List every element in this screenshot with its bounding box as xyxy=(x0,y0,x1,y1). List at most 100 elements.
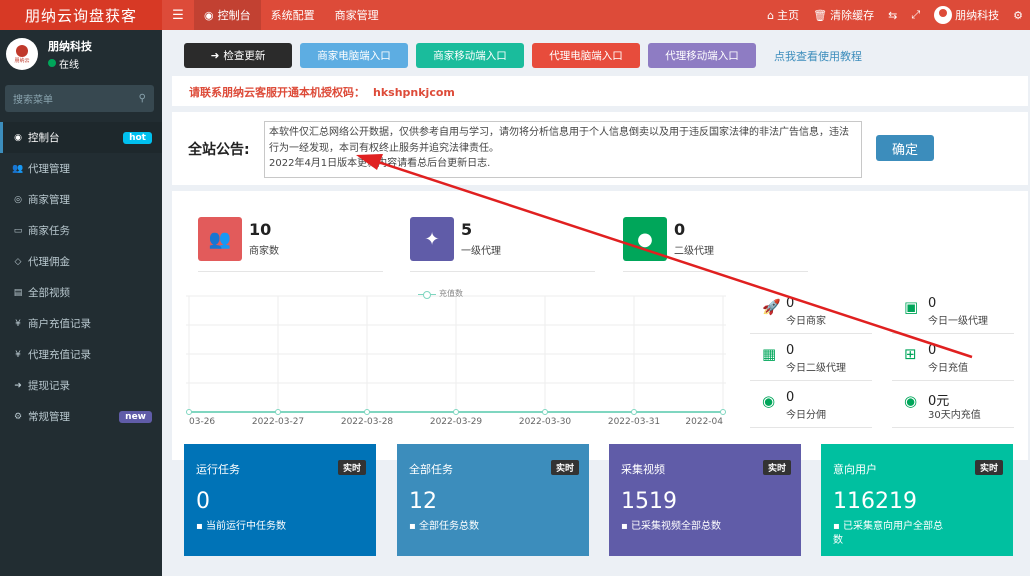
card-title: 全部任务 xyxy=(409,463,453,476)
online-status: 在线 xyxy=(48,56,92,71)
realtime-badge: 实时 xyxy=(550,460,579,475)
mini-stat-value: 0 xyxy=(786,343,795,358)
arrow-circle-icon: ➜ xyxy=(210,49,220,62)
mini-stat-label: 今日一级代理 xyxy=(928,316,988,327)
summary-card[interactable]: 运行任务 实时 0 ▪ 当前运行中任务数 xyxy=(184,444,376,556)
trash-icon: 🗑 xyxy=(813,8,828,22)
new-badge: new xyxy=(119,410,152,423)
card-subtitle: 已采集视频全部总数 xyxy=(630,521,721,532)
agent-pc-entry-button[interactable]: 代理电脑端入口 xyxy=(532,43,640,68)
data-point xyxy=(720,409,726,415)
user-circle-icon: ◉ xyxy=(762,392,776,410)
data-point xyxy=(631,409,637,415)
sidebar-item-label: 常规管理 xyxy=(28,411,70,423)
merchant-mobile-entry-button[interactable]: 商家移动端入口 xyxy=(416,43,524,68)
home-link[interactable]: ⌂ 主页 xyxy=(760,7,806,23)
sidebar-item-7[interactable]: ¥ 代理充值记录 xyxy=(0,339,162,370)
sidebar-item-label: 全部视频 xyxy=(28,287,70,299)
check-update-button[interactable]: ➜ 检查更新 xyxy=(184,43,292,68)
x-tick-label: 2022-03-27 xyxy=(252,417,304,427)
users-icon: 👥 xyxy=(198,217,242,261)
recharge-line-chart: 03-26 2022-03-27 2022-03-28 2022-03-29 2022-… xyxy=(186,295,726,427)
mini-stat-label: 30天内充值 xyxy=(928,410,981,421)
hot-badge: hot xyxy=(123,131,152,144)
sidebar-item-2[interactable]: ◎ 商家管理 xyxy=(0,184,162,215)
settings-icon[interactable]: ⚙ xyxy=(1006,9,1030,22)
app-title[interactable]: 朋纳云询盘获客 xyxy=(0,0,162,30)
x-tick-label: 2022-03-28 xyxy=(341,417,394,427)
sidebar-item-3[interactable]: ▭ 商家任务 xyxy=(0,215,162,246)
confirm-button[interactable]: 确定 xyxy=(876,135,934,161)
calendar-icon: ▦ xyxy=(762,345,777,363)
sidebar-search-input[interactable]: 搜索菜单 ⚲ xyxy=(5,85,154,112)
sign-in-icon: ➜ xyxy=(14,380,22,391)
data-point xyxy=(275,409,281,415)
realtime-badge: 实时 xyxy=(974,460,1003,475)
mini-stat-label: 今日二级代理 xyxy=(786,363,846,374)
card-value: 12 xyxy=(409,489,437,514)
user-menu[interactable]: 朋纳科技 xyxy=(927,6,1006,24)
stat-level1-agents: ✦ 5 一级代理 xyxy=(410,217,595,272)
summary-card[interactable]: 采集视频 实时 1519 ▪ 已采集视频全部总数 xyxy=(609,444,801,556)
mini-stat: ▦ 0 今日二级代理 xyxy=(750,335,872,381)
realtime-badge: 实时 xyxy=(762,460,791,475)
data-point xyxy=(453,409,459,415)
sidebar-item-9[interactable]: ⚙ 常规管理 new xyxy=(0,401,162,432)
top-navbar: 朋纳云询盘获客 ☰ ◉ 控制台 系统配置 商家管理 ⌂ 主页 🗑 清除缓存 ⇆ … xyxy=(0,0,1030,30)
sidebar-item-label: 商户充值记录 xyxy=(28,318,91,330)
yen-icon: ¥ xyxy=(15,349,21,360)
card-value: 1519 xyxy=(621,489,677,514)
search-icon[interactable]: ⚲ xyxy=(139,93,146,104)
user-name: 朋纳科技 xyxy=(48,39,92,53)
file-icon: ▤ xyxy=(13,287,23,298)
magic-icon: ✦ xyxy=(410,217,454,261)
topnav-dashboard[interactable]: ◉ 控制台 xyxy=(194,0,261,30)
data-point xyxy=(542,409,548,415)
sidebar-item-4[interactable]: ◇ 代理佣金 xyxy=(0,246,162,277)
user-panel: 朋纳云 朋纳科技 在线 xyxy=(0,30,162,78)
tutorial-link[interactable]: 点我查看使用教程 xyxy=(774,48,862,64)
dashboard-icon: ◉ xyxy=(14,132,22,143)
sidebar-item-label: 提现记录 xyxy=(28,380,70,392)
sidebar-item-8[interactable]: ➜ 提现记录 xyxy=(0,370,162,401)
file-icon: ▪ xyxy=(409,521,419,532)
data-point xyxy=(364,409,370,415)
yen-icon: ¥ xyxy=(15,318,21,329)
mini-stat-value: 0 xyxy=(928,296,937,311)
chart-legend[interactable]: 充值数 xyxy=(418,288,463,299)
mini-stat: ⊞ 0 今日充值 xyxy=(892,335,1014,381)
mini-stat: ▣ 0 今日一级代理 xyxy=(892,288,1014,334)
language-icon[interactable]: ⇆ xyxy=(881,9,904,22)
menu-toggle-icon[interactable]: ☰ xyxy=(162,8,194,23)
home-icon: ⌂ xyxy=(767,8,775,22)
topnav-system-config[interactable]: 系统配置 xyxy=(261,0,325,30)
sidebar-item-6[interactable]: ¥ 商户充值记录 xyxy=(0,308,162,339)
avatar xyxy=(934,6,953,24)
card-title: 意向用户 xyxy=(833,463,877,476)
mini-stat-label: 今日充值 xyxy=(928,363,968,374)
clear-cache-link[interactable]: 🗑 清除缓存 xyxy=(806,7,881,23)
topnav-merchant-management[interactable]: 商家管理 xyxy=(325,0,389,30)
sidebar-item-label: 控制台 xyxy=(28,132,60,144)
sidebar-item-5[interactable]: ▤ 全部视频 xyxy=(0,277,162,308)
sidebar-item-label: 代理佣金 xyxy=(28,256,70,268)
sidebar-item-0[interactable]: ◉ 控制台 hot xyxy=(0,122,162,153)
announcement-textarea[interactable]: 本软件仅汇总网络公开数据，仅供参考自用与学习，请勿将分析信息用于个人信息倒卖以及… xyxy=(264,121,862,178)
users-icon: 👥 xyxy=(12,163,24,174)
sidebar-item-1[interactable]: 👥 代理管理 xyxy=(0,153,162,184)
sidebar: 朋纳云 朋纳科技 在线 搜索菜单 ⚲ ◉ 控制台 hot 👥 代理管理 ◎ 商家管理 ▭ 商家任… xyxy=(0,30,162,576)
agent-mobile-entry-button[interactable]: 代理移动端入口 xyxy=(648,43,756,68)
x-tick-label: 2022-03-29 xyxy=(430,417,483,427)
x-tick-label: 2022-03-31 xyxy=(608,417,660,427)
online-dot-icon xyxy=(48,59,56,67)
merchant-pc-entry-button[interactable]: 商家电脑端入口 xyxy=(300,43,408,68)
mini-stat: ◉ 0元 30天内充值 xyxy=(892,382,1014,428)
fullscreen-icon[interactable]: ⤢ xyxy=(904,8,927,22)
card-title: 运行任务 xyxy=(196,463,240,476)
stat-merchants: 👥 10 商家数 xyxy=(198,217,383,272)
mini-stat: 🚀 0 今日商家 xyxy=(750,288,872,334)
summary-card[interactable]: 意向用户 实时 116219 ▪ 已采集意向用户全部总数 xyxy=(821,444,1013,556)
keyboard-icon: ▭ xyxy=(13,225,23,236)
summary-card[interactable]: 全部任务 实时 12 ▪ 全部任务总数 xyxy=(397,444,589,556)
diamond-icon: ◇ xyxy=(14,256,22,267)
